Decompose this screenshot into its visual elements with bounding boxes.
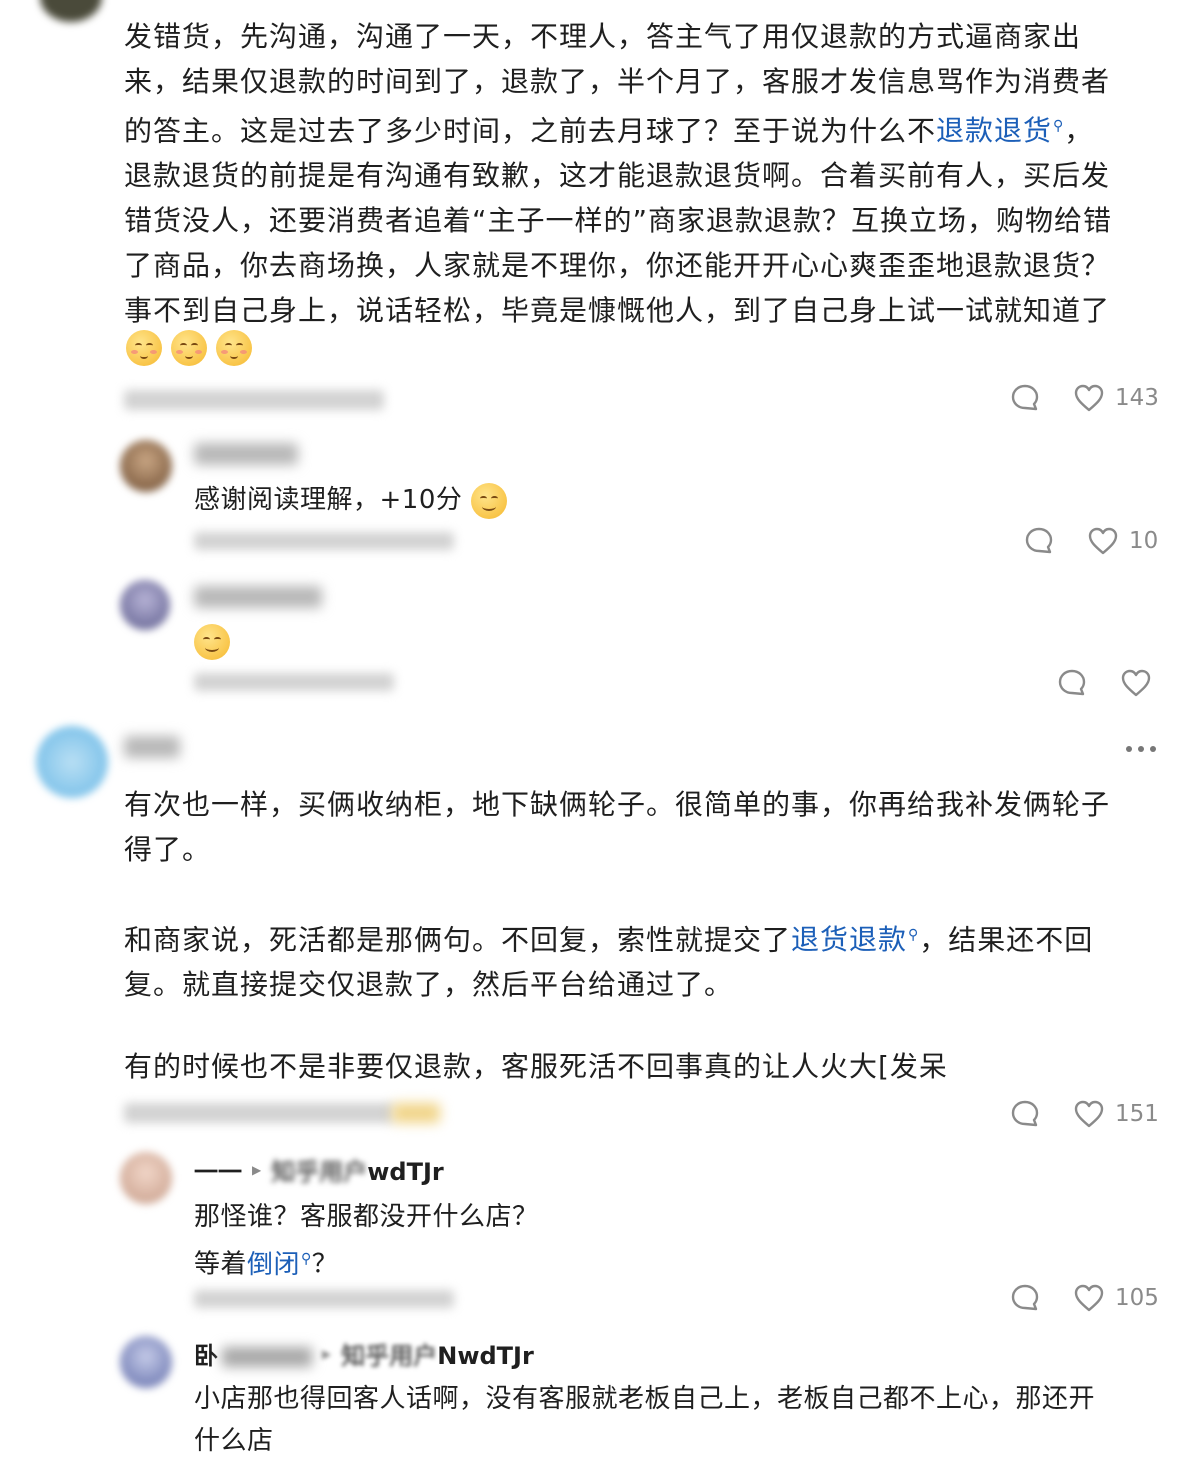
avatar[interactable] [120, 1336, 172, 1388]
like-count: 105 [1115, 1285, 1159, 1311]
avatar[interactable] [120, 440, 172, 492]
comment-button[interactable] [1010, 383, 1040, 413]
heart-icon [1073, 383, 1105, 413]
reply-body: 小店那也得回客人话啊，没有客服就老板自己上，老板自己都不上心，那还开 什么店 [194, 1384, 1096, 1456]
comment-body: 发错货，先沟通，沟通了一天，不理人，答主气了用仅退款的方式逼商家出 来，结果仅退… [124, 14, 1174, 333]
reply-author[interactable]: 一一 [194, 1152, 242, 1187]
reply-author[interactable]: 卧 [194, 1336, 312, 1371]
reply-arrow-icon: ▶ [252, 1162, 262, 1177]
comment-icon [1010, 1099, 1040, 1129]
emoji-row [126, 330, 256, 366]
reply-meta [194, 532, 454, 550]
reply-meta [194, 673, 394, 691]
heart-icon [1073, 1283, 1105, 1313]
comment-button[interactable] [1057, 668, 1087, 698]
like-count: 151 [1115, 1101, 1159, 1127]
search-link[interactable]: 退款退货⚲ [936, 114, 1064, 147]
comment-body: 有的时候也不是非要仅退款，客服死活不回事真的让人火大[发呆 [124, 1050, 948, 1083]
reply-header: 一一 ▶ 知乎用户wdTJr [194, 1152, 444, 1187]
comment-meta [124, 1103, 394, 1123]
heart-icon [1073, 1099, 1105, 1129]
search-link[interactable]: 退货退款⚲ [791, 923, 919, 956]
comment-icon [1057, 668, 1087, 698]
search-icon: ⚲ [1053, 118, 1065, 134]
search-icon: ⚲ [301, 1251, 312, 1267]
reply-body: 感谢阅读理解，+10分 [194, 479, 511, 521]
reply-to-user[interactable]: 知乎用户NwdTJr [341, 1336, 534, 1371]
emoji-grin [471, 482, 508, 519]
comment-icon [1024, 526, 1054, 556]
like-count: 10 [1129, 528, 1159, 554]
badge [392, 1103, 440, 1123]
like-count: 143 [1115, 385, 1159, 411]
emoji-shy [216, 330, 253, 366]
comment-meta [124, 390, 384, 410]
comment-button[interactable] [1010, 1099, 1040, 1129]
emoji-cry-laugh [194, 624, 230, 660]
username[interactable] [194, 586, 322, 608]
emoji-shy [171, 330, 208, 366]
reply-body: 那怪谁？客服都没开什么店？ [194, 1202, 539, 1232]
emoji-shy [126, 330, 162, 366]
avatar[interactable] [36, 726, 108, 798]
comment-icon [1010, 383, 1040, 413]
reply-body: 等着倒闭⚲？ [194, 1249, 339, 1280]
comment-body: 有次也一样，买俩收纳柜，地下缺俩轮子。很简单的事，你再给我补发俩轮子 得了。 [124, 788, 1111, 866]
reply-header: 卧 ▶ 知乎用户NwdTJr [194, 1336, 534, 1371]
heart-icon [1120, 668, 1152, 698]
like-button[interactable]: 143 [1073, 383, 1159, 413]
comment-body: 和商家说，死活都是那俩句。不回复，索性就提交了退货退款⚲，结果还不回 复。就直接… [124, 923, 1094, 1002]
like-button[interactable]: 10 [1087, 526, 1158, 556]
username[interactable] [194, 443, 298, 465]
reply-meta [194, 1290, 454, 1308]
comment-button[interactable] [1010, 1283, 1040, 1313]
like-button[interactable]: 151 [1073, 1099, 1159, 1129]
avatar[interactable] [40, 0, 102, 22]
search-icon: ⚲ [908, 927, 920, 943]
reply-arrow-icon: ▶ [322, 1346, 332, 1361]
avatar[interactable] [120, 1152, 172, 1204]
more-icon[interactable] [1126, 746, 1156, 752]
comment-button[interactable] [1024, 526, 1054, 556]
like-button[interactable] [1120, 668, 1152, 698]
comment-icon [1010, 1283, 1040, 1313]
reply-to-user[interactable]: 知乎用户wdTJr [271, 1152, 444, 1187]
username[interactable] [124, 736, 180, 758]
like-button[interactable]: 105 [1073, 1283, 1159, 1313]
search-link[interactable]: 倒闭⚲ [247, 1250, 312, 1280]
heart-icon [1087, 526, 1119, 556]
reply-body [194, 624, 234, 660]
avatar[interactable] [120, 580, 170, 630]
